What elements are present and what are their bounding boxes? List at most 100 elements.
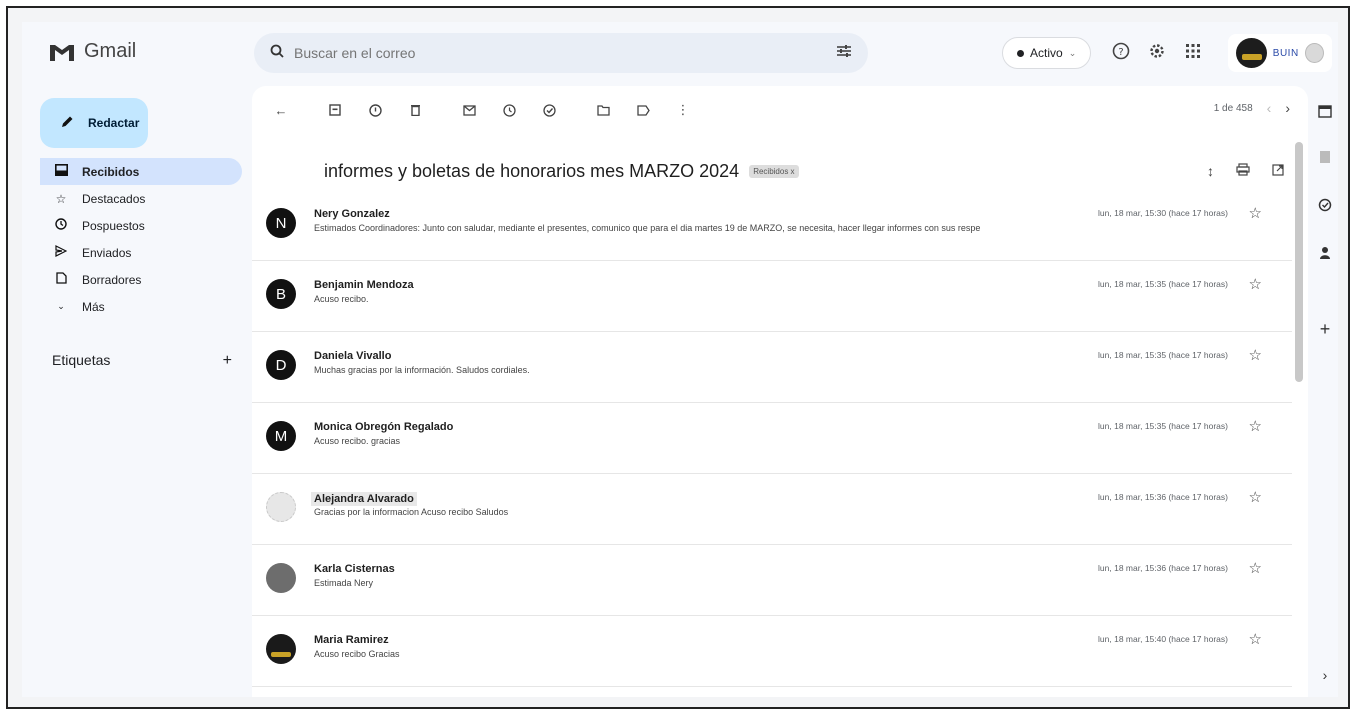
apps-grid-icon[interactable] [1182,40,1204,62]
message-row[interactable]: Karla Cisternas Estimada Nery lun, 18 ma… [252,545,1292,616]
add-task-icon[interactable] [536,97,562,123]
message-time: lun, 18 mar, 15:36 (hace 17 horas) [1098,563,1228,573]
search-bar[interactable] [254,33,868,73]
sidebar-item-inbox[interactable]: Recibidos [40,158,242,185]
sidebar-item-snoozed[interactable]: Pospuestos [40,212,242,239]
keep-notes-icon[interactable] [1314,146,1336,168]
subject-actions: ↕ [1207,163,1284,179]
subject-row: informes y boletas de honorarios mes MAR… [324,156,1284,186]
star-icon[interactable]: ☆ [1249,204,1262,222]
pencil-icon [60,115,74,132]
screenshot-frame: Gmail Activo ⌄ ? BUIN [6,6,1350,709]
pager-text: 1 de 458 [1213,102,1253,114]
status-selector[interactable]: Activo ⌄ [1002,37,1092,69]
message-time: lun, 18 mar, 15:36 (hace 17 horas) [1098,492,1228,502]
mark-unread-icon[interactable] [456,97,482,123]
search-input[interactable] [294,45,814,61]
message-row[interactable]: Maria Ramirez Acuso recibo Gracias lun, … [252,616,1292,687]
message-row[interactable]: D Daniela Vivallo Muchas gracias por la … [252,332,1292,403]
message-snippet: Acuso recibo. [314,294,369,304]
sender-avatar[interactable]: M [266,421,296,451]
sidebar-item-more[interactable]: ⌄ Más [40,293,242,320]
newer-chevron-left-icon[interactable]: ‹ [1267,100,1272,116]
print-icon[interactable] [1236,163,1250,179]
message-time: lun, 18 mar, 15:35 (hace 17 horas) [1098,421,1228,431]
help-icon[interactable]: ? [1110,40,1132,62]
message-list: N Nery Gonzalez Estimados Coordinadores:… [252,190,1292,687]
message-snippet: Estimados Coordinadores: Junto con salud… [314,223,981,233]
user-avatar[interactable] [1304,43,1324,63]
star-icon[interactable]: ☆ [1249,275,1262,293]
gmail-m-icon [48,41,76,63]
sender-name[interactable]: Benjamin Mendoza [314,279,414,291]
star-icon[interactable]: ☆ [1249,630,1262,648]
expand-panel-chevron-icon[interactable]: › [1314,664,1336,686]
header: Gmail Activo ⌄ ? BUIN [22,22,1338,82]
sender-name[interactable]: Daniela Vivallo [314,350,391,362]
snooze-clock-icon[interactable] [496,97,522,123]
message-snippet: Acuso recibo Gracias [314,649,400,659]
sender-avatar[interactable]: D [266,350,296,380]
sidebar-item-drafts[interactable]: Borradores [40,266,242,293]
delete-icon[interactable] [402,97,428,123]
sender-name[interactable]: Alejandra Alvarado [311,492,417,506]
add-addon-icon[interactable]: + [1314,318,1336,340]
sidebar-item-label: Borradores [82,272,142,287]
compose-button[interactable]: Redactar [40,98,148,148]
sender-avatar[interactable]: B [266,279,296,309]
message-row[interactable]: B Benjamin Mendoza Acuso recibo. lun, 18… [252,261,1292,332]
search-options-icon[interactable] [836,44,852,63]
sender-name[interactable]: Monica Obregón Regalado [314,421,453,433]
search-icon[interactable] [270,44,284,63]
side-panel: + › [1312,82,1338,697]
message-row[interactable]: Alejandra Alvarado Gracias por la inform… [252,474,1292,545]
labels-header: Etiquetas + [52,352,232,370]
thread-toolbar: ← ⋮ 1 de 458 ‹ › [252,86,1308,134]
older-chevron-right-icon[interactable]: › [1285,100,1290,116]
status-dot-icon [1017,49,1024,57]
move-to-folder-icon[interactable] [590,97,616,123]
star-icon[interactable]: ☆ [1249,417,1262,435]
sender-avatar[interactable] [266,492,296,522]
message-row[interactable]: M Monica Obregón Regalado Acuso recibo. … [252,403,1292,474]
inbox-label-chip[interactable]: Recibidos x [749,164,799,178]
add-label-icon[interactable]: + [223,352,232,370]
sender-name[interactable]: Nery Gonzalez [314,208,390,220]
scrollbar[interactable] [1295,142,1303,382]
sidebar-item-label: Pospuestos [82,218,145,233]
chevron-down-icon: ⌄ [1068,47,1077,58]
sender-avatar[interactable] [266,563,296,593]
open-new-window-icon[interactable] [1272,163,1284,179]
sidebar-item-label: Más [82,299,105,314]
chevron-down-icon: ⌄ [57,301,65,311]
account-switcher[interactable]: BUIN [1228,34,1332,72]
status-label: Activo [1030,46,1063,60]
star-icon[interactable]: ☆ [1249,346,1262,364]
sidebar-item-sent[interactable]: Enviados [40,239,242,266]
message-time: lun, 18 mar, 15:35 (hace 17 horas) [1098,279,1228,289]
report-spam-icon[interactable] [362,97,388,123]
sender-avatar[interactable]: N [266,208,296,238]
sender-name[interactable]: Maria Ramirez [314,634,389,646]
star-icon[interactable]: ☆ [1249,559,1262,577]
star-icon[interactable]: ☆ [1249,488,1262,506]
draft-icon [54,272,68,287]
archive-icon[interactable] [322,97,348,123]
sender-avatar[interactable] [266,634,296,664]
message-row[interactable]: N Nery Gonzalez Estimados Coordinadores:… [252,190,1292,261]
more-vertical-icon[interactable]: ⋮ [670,97,696,123]
back-arrow-icon[interactable]: ← [268,97,294,123]
label-tag-icon[interactable] [630,97,656,123]
contacts-icon[interactable] [1314,242,1336,264]
sidebar-item-label: Recibidos [82,164,140,179]
tasks-icon[interactable] [1314,194,1336,216]
account-name: BUIN [1272,47,1299,59]
settings-gear-icon[interactable] [1146,40,1168,62]
message-snippet: Gracias por la informacion Acuso recibo … [314,507,509,517]
sender-name[interactable]: Karla Cisternas [314,563,395,575]
gmail-logo[interactable]: Gmail [48,40,136,63]
expand-collapse-icon[interactable]: ↕ [1207,163,1214,179]
sidebar-item-starred[interactable]: ☆ Destacados [40,185,242,212]
calendar-icon[interactable] [1314,100,1336,122]
labels-title: Etiquetas [52,352,111,368]
